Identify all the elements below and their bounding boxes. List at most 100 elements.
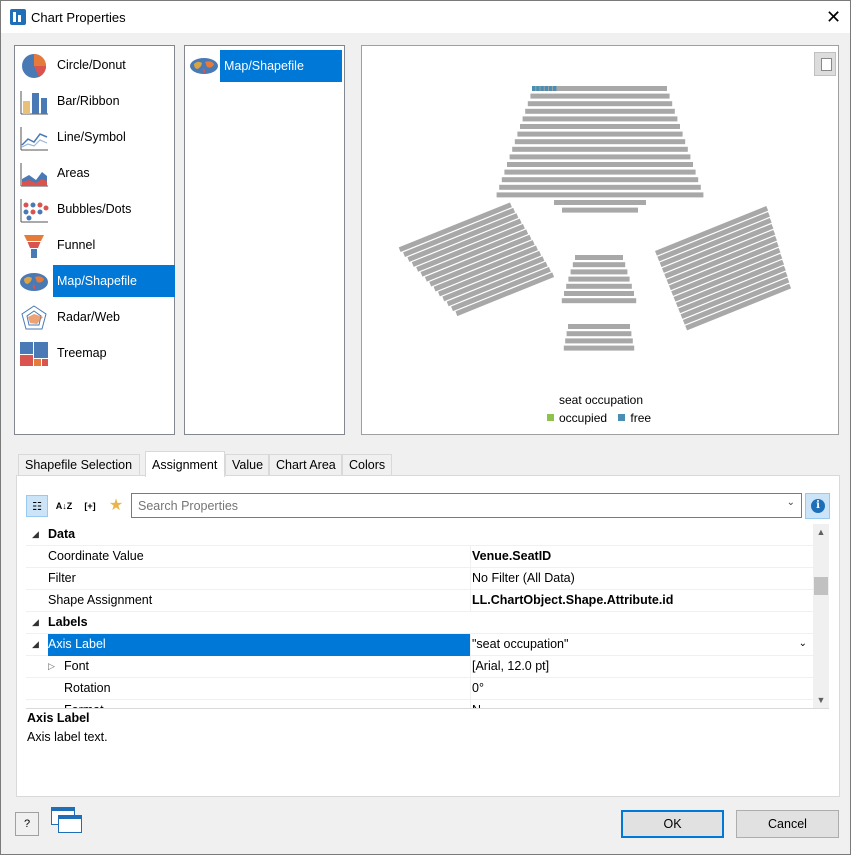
window-layout-icon[interactable]	[51, 807, 83, 837]
chart-type-label: Bubbles/Dots	[57, 202, 132, 216]
seat-row	[568, 276, 630, 282]
legend-swatch	[618, 414, 626, 421]
favorites-star-icon[interactable]: ★	[105, 495, 127, 517]
chart-type-bar-ribbon[interactable]: Bar/Ribbon	[17, 85, 172, 119]
chart-type-radar-web[interactable]: Radar/Web	[17, 301, 172, 335]
collapse-triangle-icon[interactable]: ◢	[32, 617, 39, 628]
info-icon: i	[811, 499, 825, 513]
line-chart-icon	[20, 127, 48, 151]
property-value[interactable]: N	[470, 700, 813, 708]
sort-alphabetical-button[interactable]: A↓Z	[53, 495, 75, 517]
property-value[interactable]: LL.ChartObject.Shape.Attribute.id	[470, 590, 813, 612]
chart-type-label: Line/Symbol	[57, 130, 126, 144]
property-description: Axis Label Axis label text.	[26, 708, 829, 777]
property-key: Rotation	[64, 681, 111, 695]
property-row-shape-assignment[interactable]: Shape Assignment LL.ChartObject.Shape.At…	[26, 590, 813, 612]
property-key: Font	[64, 659, 90, 673]
property-row-filter[interactable]: Filter No Filter (All Data)	[26, 568, 813, 590]
property-row-format[interactable]: Format N	[26, 700, 813, 708]
info-button[interactable]: i	[805, 493, 830, 519]
property-row-coordinate-value[interactable]: Coordinate Value Venue.SeatID	[26, 546, 813, 568]
legend-label: occupied	[559, 411, 608, 425]
chart-type-bubbles-dots[interactable]: Bubbles/Dots	[17, 193, 172, 227]
seat-row	[566, 331, 632, 337]
property-row-axis-label[interactable]: ◢ Axis Label "seat occupation" ⌄	[26, 634, 813, 656]
seat-row	[562, 207, 638, 213]
legend-item-occupied: occupied	[547, 411, 607, 425]
seat-row	[564, 291, 634, 296]
collapse-triangle-icon[interactable]: ◢	[32, 639, 39, 650]
legend: occupied free	[547, 411, 659, 425]
tab-assignment[interactable]: Assignment	[145, 451, 225, 477]
chart-type-circle-donut[interactable]: Circle/Donut	[17, 49, 172, 83]
seat-row	[561, 298, 637, 304]
legend-label: free	[630, 411, 652, 425]
property-grid: ◢ Data Coordinate Value Venue.SeatID Fil…	[26, 524, 813, 708]
description-title: Axis Label	[27, 711, 90, 725]
seat-row	[512, 146, 688, 152]
collapse-triangle-icon[interactable]: ◢	[32, 529, 39, 540]
property-value[interactable]: Venue.SeatID	[470, 546, 813, 568]
chevron-up-icon[interactable]: ▲	[813, 524, 829, 540]
property-value[interactable]: "seat occupation"	[470, 634, 813, 656]
chart-properties-dialog: Chart Properties ✕ Circle/Donut Bar/Ribb…	[0, 0, 851, 855]
scrollbar-thumb[interactable]	[814, 577, 828, 595]
seat-row	[570, 269, 628, 275]
search-properties-box[interactable]: ⌄	[131, 493, 802, 518]
free-seat	[548, 86, 553, 91]
tab-shapefile-selection[interactable]: Shapefile Selection	[18, 454, 140, 476]
map-icon	[190, 58, 218, 74]
chart-type-label: Radar/Web	[57, 310, 120, 324]
property-value[interactable]: 0°	[470, 678, 813, 700]
pie-chart-icon	[22, 54, 47, 78]
property-value[interactable]: No Filter (All Data)	[470, 568, 813, 590]
seat-row	[525, 108, 675, 114]
chevron-down-icon[interactable]: ⌄	[799, 638, 807, 649]
seat-row	[572, 262, 626, 268]
chart-type-list: Circle/Donut Bar/Ribbon Line/Symbol Area…	[14, 45, 175, 435]
cancel-button[interactable]: Cancel	[736, 810, 839, 838]
bar-chart-icon	[20, 91, 48, 115]
seat-row	[514, 139, 686, 145]
category-row-labels[interactable]: ◢ Labels	[26, 612, 813, 634]
tab-chart-area[interactable]: Chart Area	[269, 454, 342, 476]
chart-type-line-symbol[interactable]: Line/Symbol	[17, 121, 172, 155]
subtype-map-shapefile[interactable]: Map/Shapefile	[187, 50, 342, 82]
seat-row	[520, 124, 680, 129]
tab-value[interactable]: Value	[225, 454, 269, 476]
tab-colors[interactable]: Colors	[342, 454, 392, 476]
property-grid-scrollbar[interactable]: ▲ ▼	[813, 524, 829, 708]
property-value[interactable]: [Arial, 12.0 pt]	[470, 656, 813, 678]
free-seat	[536, 86, 540, 91]
chevron-down-icon[interactable]: ⌄	[787, 497, 795, 508]
chevron-down-icon[interactable]: ▼	[813, 692, 829, 708]
free-seat	[540, 86, 544, 91]
property-row-rotation[interactable]: Rotation 0°	[26, 678, 813, 700]
seat-row	[575, 255, 623, 260]
ok-button[interactable]: OK	[621, 810, 724, 838]
funnel-chart-icon	[24, 235, 44, 258]
expand-all-button[interactable]: [+]	[79, 495, 101, 517]
seat-row	[527, 101, 673, 107]
legend-title: seat occupation	[558, 393, 644, 407]
legend-swatch	[547, 414, 554, 421]
seat-row	[568, 324, 630, 329]
chart-type-funnel[interactable]: Funnel	[17, 229, 172, 263]
category-label: Data	[48, 527, 76, 541]
radar-chart-icon	[21, 305, 47, 330]
category-row-data[interactable]: ◢ Data	[26, 524, 813, 546]
help-button[interactable]: ?	[15, 812, 39, 836]
chart-type-map-shapefile[interactable]: Map/Shapefile	[17, 265, 175, 299]
seat-row	[530, 93, 670, 99]
chart-type-treemap[interactable]: Treemap	[17, 337, 172, 371]
close-button[interactable]: ✕	[817, 1, 850, 33]
chart-type-areas[interactable]: Areas	[17, 157, 172, 191]
property-key: Axis Label	[48, 634, 470, 656]
description-text: Axis label text.	[27, 730, 108, 744]
property-row-font[interactable]: ▷ Font [Arial, 12.0 pt]	[26, 656, 813, 678]
categorized-view-button[interactable]: ☷	[26, 495, 48, 517]
seat-row	[563, 345, 635, 351]
search-input[interactable]	[136, 495, 776, 516]
chart-type-label: Bar/Ribbon	[57, 94, 120, 108]
chart-preview: seat occupation occupied free	[361, 45, 839, 435]
